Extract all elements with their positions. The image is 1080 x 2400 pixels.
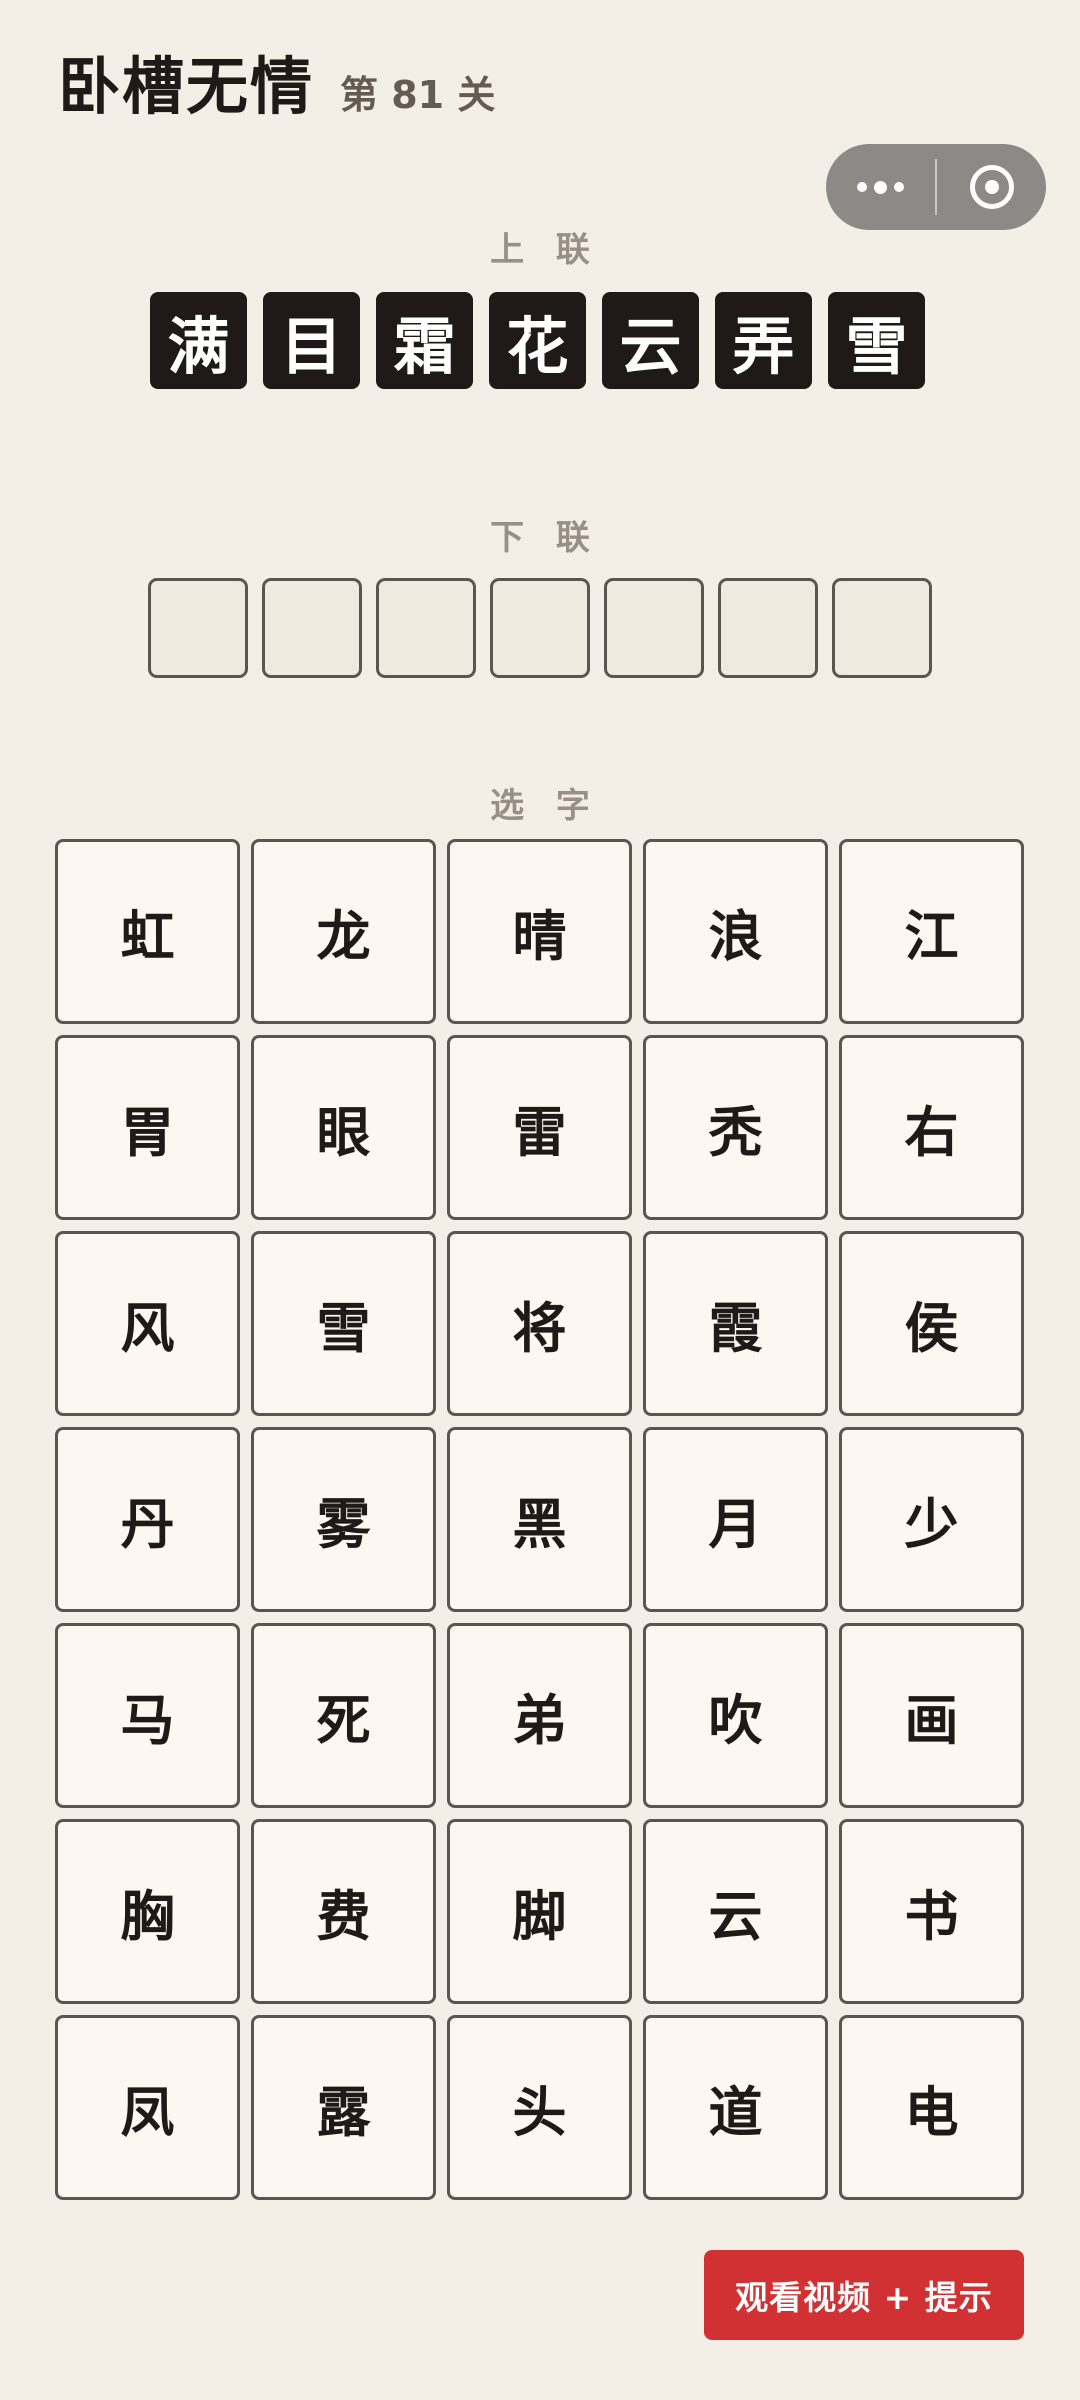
char-tile[interactable]: 龙 (251, 839, 436, 1024)
more-dots-icon (857, 180, 904, 194)
char-tile[interactable]: 江 (839, 839, 1024, 1024)
char-tile[interactable]: 浪 (643, 839, 828, 1024)
char-tile[interactable]: 电 (839, 2015, 1024, 2200)
char-tile[interactable]: 道 (643, 2015, 828, 2200)
char-tile[interactable]: 露 (251, 2015, 436, 2200)
char-tile[interactable]: 眼 (251, 1035, 436, 1220)
char-tile[interactable]: 雾 (251, 1427, 436, 1612)
target-circle-icon (969, 165, 1014, 209)
upper-char: 云 (602, 292, 699, 389)
char-tile[interactable]: 少 (839, 1427, 1024, 1612)
watch-video-hint-button[interactable]: 观看视频 + 提示 (704, 2250, 1024, 2340)
char-tile[interactable]: 胸 (55, 1819, 240, 2004)
char-tile[interactable]: 死 (251, 1623, 436, 1808)
char-tile[interactable]: 吹 (643, 1623, 828, 1808)
picker-label: 选 字 (490, 786, 600, 826)
char-tile[interactable]: 头 (447, 2015, 632, 2200)
upper-couplet-label: 上 联 (490, 230, 600, 270)
lower-slot[interactable] (718, 578, 818, 678)
upper-char: 雪 (828, 292, 925, 389)
char-tile[interactable]: 风 (55, 1231, 240, 1416)
char-tile[interactable]: 将 (447, 1231, 632, 1416)
upper-char: 目 (263, 292, 360, 389)
upper-char: 霜 (376, 292, 473, 389)
char-tile[interactable]: 画 (839, 1623, 1024, 1808)
level-indicator: 第 81 关 (340, 73, 496, 117)
char-tile[interactable]: 月 (643, 1427, 828, 1612)
upper-couplet: 满 目 霜 花 云 弄 雪 (150, 292, 925, 389)
more-button[interactable] (826, 144, 935, 230)
upper-char: 弄 (715, 292, 812, 389)
upper-char: 满 (150, 292, 247, 389)
lower-slot[interactable] (148, 578, 248, 678)
char-tile[interactable]: 霞 (643, 1231, 828, 1416)
lower-couplet (148, 578, 932, 678)
close-mini-program-button[interactable] (937, 144, 1046, 230)
lower-slot[interactable] (262, 578, 362, 678)
lower-slot[interactable] (376, 578, 476, 678)
char-tile[interactable]: 侯 (839, 1231, 1024, 1416)
mini-program-capsule (826, 144, 1046, 230)
char-tile[interactable]: 脚 (447, 1819, 632, 2004)
character-picker-grid: 虹 龙 晴 浪 江 胃 眼 雷 秃 右 风 雪 将 霞 侯 丹 雾 黑 月 少 … (55, 839, 1024, 2200)
game-title: 卧槽无情 (58, 50, 315, 123)
char-tile[interactable]: 雪 (251, 1231, 436, 1416)
lower-slot[interactable] (832, 578, 932, 678)
lower-slot[interactable] (604, 578, 704, 678)
char-tile[interactable]: 秃 (643, 1035, 828, 1220)
char-tile[interactable]: 马 (55, 1623, 240, 1808)
header: 卧槽无情 第 81 关 (58, 36, 495, 126)
char-tile[interactable]: 云 (643, 1819, 828, 2004)
char-tile[interactable]: 晴 (447, 839, 632, 1024)
char-tile[interactable]: 胃 (55, 1035, 240, 1220)
char-tile[interactable]: 书 (839, 1819, 1024, 2004)
char-tile[interactable]: 丹 (55, 1427, 240, 1612)
char-tile[interactable]: 费 (251, 1819, 436, 2004)
char-tile[interactable]: 雷 (447, 1035, 632, 1220)
char-tile[interactable]: 凤 (55, 2015, 240, 2200)
upper-char: 花 (489, 292, 586, 389)
char-tile[interactable]: 黑 (447, 1427, 632, 1612)
char-tile[interactable]: 弟 (447, 1623, 632, 1808)
lower-couplet-label: 下 联 (490, 518, 600, 558)
char-tile[interactable]: 右 (839, 1035, 1024, 1220)
char-tile[interactable]: 虹 (55, 839, 240, 1024)
lower-slot[interactable] (490, 578, 590, 678)
